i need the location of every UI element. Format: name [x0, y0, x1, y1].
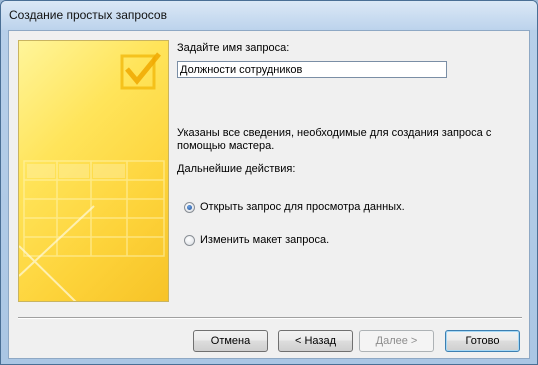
radio-modify-layout-label[interactable]: Изменить макет запроса. [200, 234, 329, 246]
finish-button[interactable]: Готово [445, 330, 520, 352]
radio-open-query[interactable]: Открыть запрос для просмотра данных. [184, 201, 405, 213]
query-name-input[interactable] [177, 61, 447, 78]
title-bar[interactable]: Создание простых запросов [1, 1, 537, 30]
radio-button-unchecked-icon[interactable] [184, 234, 195, 246]
radio-modify-layout[interactable]: Изменить макет запроса. [184, 234, 329, 246]
next-button[interactable]: Далее > [359, 330, 434, 352]
radio-button-checked-icon[interactable] [184, 201, 195, 213]
wizard-client-area: Задайте имя запроса: Указаны все сведени… [8, 30, 530, 359]
query-name-label: Задайте имя запроса: [177, 42, 290, 54]
next-actions-label: Дальнейшие действия: [177, 163, 296, 175]
wizard-window: Создание простых запросов Задайте имя за… [0, 0, 538, 365]
radio-open-query-label[interactable]: Открыть запрос для просмотра данных. [200, 201, 405, 213]
cancel-button[interactable]: Отмена [193, 330, 268, 352]
back-button[interactable]: < Назад [278, 330, 353, 352]
button-separator [18, 317, 522, 319]
window-title: Создание простых запросов [9, 8, 167, 22]
info-text: Указаны все сведения, необходимые для со… [177, 127, 492, 152]
checkmark-table-illustration-icon [19, 52, 165, 301]
wizard-illustration [18, 40, 169, 302]
